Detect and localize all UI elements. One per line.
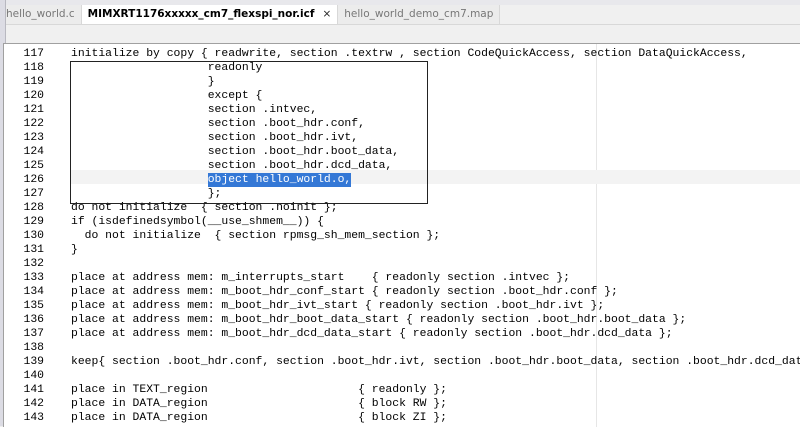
line-text[interactable]: place at address mem: m_interrupts_start… — [71, 271, 570, 285]
code-line[interactable]: 127 }; — [4, 187, 800, 201]
code-line[interactable]: 135 place at address mem: m_boot_hdr_ivt_… — [4, 299, 800, 313]
tab-label: hello_world_demo_cm7.map — [344, 8, 494, 20]
line-text[interactable]: place at address mem: m_boot_hdr_conf_st… — [71, 285, 618, 299]
line-text[interactable]: keep{ section .boot_hdr.conf, section .b… — [71, 355, 800, 369]
code-line[interactable]: 120 except { — [4, 89, 800, 103]
code-line[interactable]: 123 section .boot_hdr.ivt, — [4, 131, 800, 145]
line-number: 135 — [23, 300, 44, 312]
line-number: 124 — [23, 146, 44, 158]
line-text[interactable]: place in TEXT_region { readonly }; — [71, 383, 447, 397]
line-number: 119 — [23, 76, 44, 88]
code-line[interactable]: 117 initialize by copy { readwrite, secti… — [4, 47, 800, 61]
selected-text[interactable]: object hello_world.o, — [207, 173, 352, 187]
code-line[interactable]: 119 } — [4, 75, 800, 89]
code-line[interactable]: 133 place at address mem: m_interrupts_st… — [4, 271, 800, 285]
line-number: 143 — [23, 412, 44, 424]
code-lines: 117 initialize by copy { readwrite, secti… — [4, 47, 800, 425]
line-number: 133 — [23, 272, 44, 284]
tab-label: hello_world.c — [6, 8, 75, 20]
line-text[interactable]: place at address mem: m_boot_hdr_dcd_dat… — [71, 327, 673, 341]
line-number: 140 — [23, 370, 44, 382]
line-number: 118 — [23, 62, 44, 74]
code-line[interactable]: 136 place at address mem: m_boot_hdr_boot… — [4, 313, 800, 327]
code-line[interactable]: 142 place in DATA_region { block RW }; — [4, 397, 800, 411]
line-number: 137 — [23, 328, 44, 340]
code-line[interactable]: 137 place at address mem: m_boot_hdr_dcd_… — [4, 327, 800, 341]
code-line[interactable]: 122 section .boot_hdr.conf, — [4, 117, 800, 131]
line-text[interactable] — [71, 173, 208, 187]
code-line[interactable]: 125 section .boot_hdr.dcd_data, — [4, 159, 800, 173]
line-text[interactable]: place in DATA_region { block ZI }; — [71, 411, 447, 425]
line-text[interactable]: place in DATA_region { block RW }; — [71, 397, 447, 411]
code-line[interactable]: 131} — [4, 243, 800, 257]
line-number: 123 — [23, 132, 44, 144]
line-text[interactable]: except { — [71, 89, 263, 103]
line-text[interactable]: } — [71, 243, 78, 257]
line-number: 139 — [23, 356, 44, 368]
line-text[interactable]: section .boot_hdr.boot_data, — [71, 145, 399, 159]
code-line[interactable]: 128 do not initialize { section .noinit }… — [4, 201, 800, 215]
editor-tab-bar: hello_world.c MIMXRT1176xxxxx_cm7_flexsp… — [0, 5, 800, 25]
code-line[interactable]: 132 — [4, 257, 800, 271]
code-line[interactable]: 121 section .intvec, — [4, 103, 800, 117]
code-line[interactable]: 140 — [4, 369, 800, 383]
editor-toolbar — [0, 25, 800, 43]
code-line[interactable]: 130 do not initialize { section rpmsg_sh… — [4, 229, 800, 243]
code-line[interactable]: 124 section .boot_hdr.boot_data, — [4, 145, 800, 159]
line-text[interactable]: if (isdefinedsymbol(__use_shmem__)) { — [71, 215, 324, 229]
line-text[interactable]: section .boot_hdr.conf, — [71, 117, 365, 131]
line-number: 120 — [23, 90, 44, 102]
tab-icf-file[interactable]: MIMXRT1176xxxxx_cm7_flexspi_nor.icf × — [81, 5, 339, 24]
tab-hello-world-c[interactable]: hello_world.c — [0, 5, 82, 24]
code-line[interactable]: 129 if (isdefinedsymbol(__use_shmem__)) { — [4, 215, 800, 229]
line-text[interactable]: section .boot_hdr.ivt, — [71, 131, 358, 145]
line-text[interactable]: section .intvec, — [71, 103, 317, 117]
line-number: 138 — [23, 342, 44, 354]
code-line[interactable]: 134 place at address mem: m_boot_hdr_conf… — [4, 285, 800, 299]
line-number: 127 — [23, 188, 44, 200]
code-editor[interactable]: 117 initialize by copy { readwrite, secti… — [3, 43, 800, 427]
line-number: 141 — [23, 384, 44, 396]
tab-label: MIMXRT1176xxxxx_cm7_flexspi_nor.icf — [87, 8, 315, 20]
line-number: 117 — [23, 48, 44, 60]
code-line[interactable]: 138 — [4, 341, 800, 355]
line-text[interactable]: section .boot_hdr.dcd_data, — [71, 159, 393, 173]
line-number: 131 — [23, 244, 44, 256]
tab-map-file[interactable]: hello_world_demo_cm7.map — [338, 5, 501, 24]
code-line[interactable]: 126 object hello_world.o, — [4, 173, 800, 187]
close-icon[interactable]: × — [322, 8, 331, 20]
line-number: 134 — [23, 286, 44, 298]
line-text[interactable]: readonly — [71, 61, 263, 75]
line-text[interactable]: place at address mem: m_boot_hdr_boot_da… — [71, 313, 686, 327]
line-text[interactable]: do not initialize { section rpmsg_sh_mem… — [71, 229, 440, 243]
line-text[interactable]: do not initialize { section .noinit }; — [71, 201, 338, 215]
line-number: 129 — [23, 216, 44, 228]
line-number: 121 — [23, 104, 44, 116]
code-line[interactable]: 118 readonly — [4, 61, 800, 75]
line-number: 128 — [23, 202, 44, 214]
line-text[interactable]: } — [71, 75, 215, 89]
code-line[interactable]: 141 place in TEXT_region { readonly }; — [4, 383, 800, 397]
line-number: 130 — [23, 230, 44, 242]
line-number: 122 — [23, 118, 44, 130]
line-number: 125 — [23, 160, 44, 172]
line-number: 126 — [23, 174, 44, 186]
line-number: 142 — [23, 398, 44, 410]
code-line[interactable]: 139 keep{ section .boot_hdr.conf, section… — [4, 355, 800, 369]
line-text[interactable]: }; — [71, 187, 222, 201]
line-number: 136 — [23, 314, 44, 326]
line-text[interactable]: place at address mem: m_boot_hdr_ivt_sta… — [71, 299, 604, 313]
code-line[interactable]: 143 place in DATA_region { block ZI }; — [4, 411, 800, 425]
line-number: 132 — [23, 258, 44, 270]
line-text[interactable]: initialize by copy { readwrite, section … — [71, 47, 748, 61]
